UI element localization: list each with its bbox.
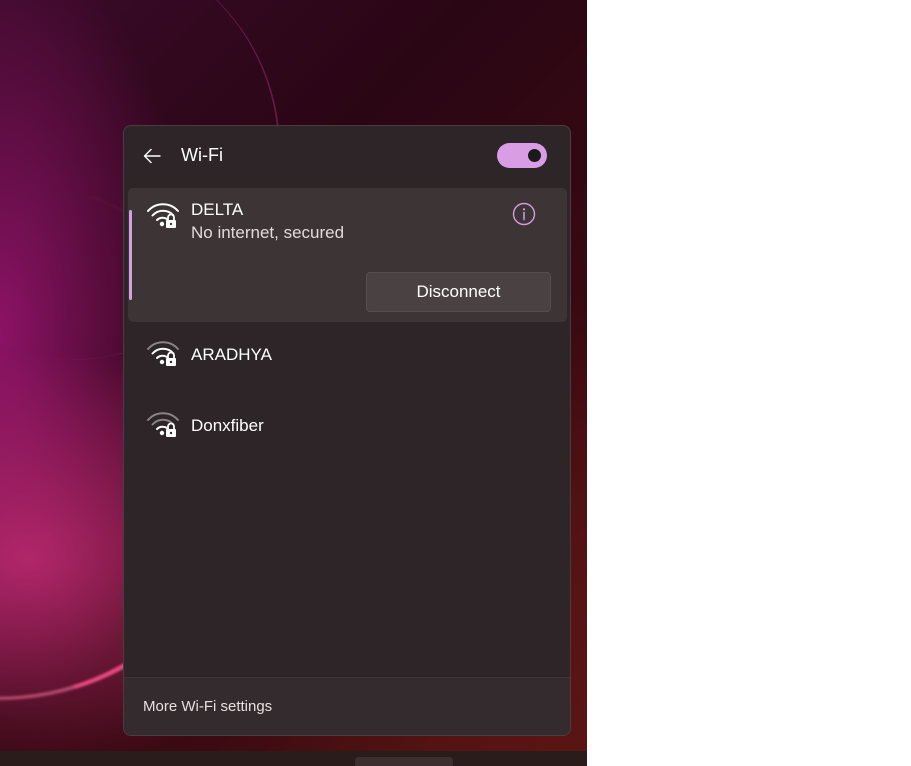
toggle-knob — [528, 149, 541, 162]
network-name: DELTA — [191, 200, 244, 219]
network-name: Donxfiber — [191, 416, 264, 435]
more-wifi-settings-link[interactable]: More Wi-Fi settings — [143, 698, 272, 715]
wifi-secured-icon — [147, 412, 179, 437]
back-button[interactable] — [140, 144, 164, 168]
wifi-toggle[interactable] — [497, 143, 547, 168]
taskbar-item[interactable] — [355, 757, 453, 766]
selected-indicator — [129, 210, 132, 300]
network-properties-button[interactable] — [511, 201, 537, 227]
wifi-secured-icon — [147, 203, 179, 228]
wifi-flyout-panel: Wi-Fi DELTA No internet, secured Disconn… — [123, 125, 571, 736]
network-status: No internet, secured — [191, 223, 345, 242]
network-item-aradhya[interactable]: ARADHYA — [124, 333, 570, 393]
taskbar — [0, 751, 587, 766]
network-item-donxfiber[interactable]: Donxfiber — [124, 404, 570, 464]
arrow-left-icon — [143, 148, 161, 164]
panel-footer: More Wi-Fi settings — [124, 677, 570, 735]
disconnect-button[interactable]: Disconnect — [366, 272, 551, 312]
network-name: ARADHYA — [191, 345, 272, 364]
panel-header: Wi-Fi — [124, 126, 570, 186]
wifi-secured-icon — [147, 341, 179, 366]
network-item-delta[interactable]: DELTA No internet, secured Disconnect — [128, 188, 567, 322]
panel-title: Wi-Fi — [181, 145, 223, 165]
info-icon — [512, 202, 536, 226]
